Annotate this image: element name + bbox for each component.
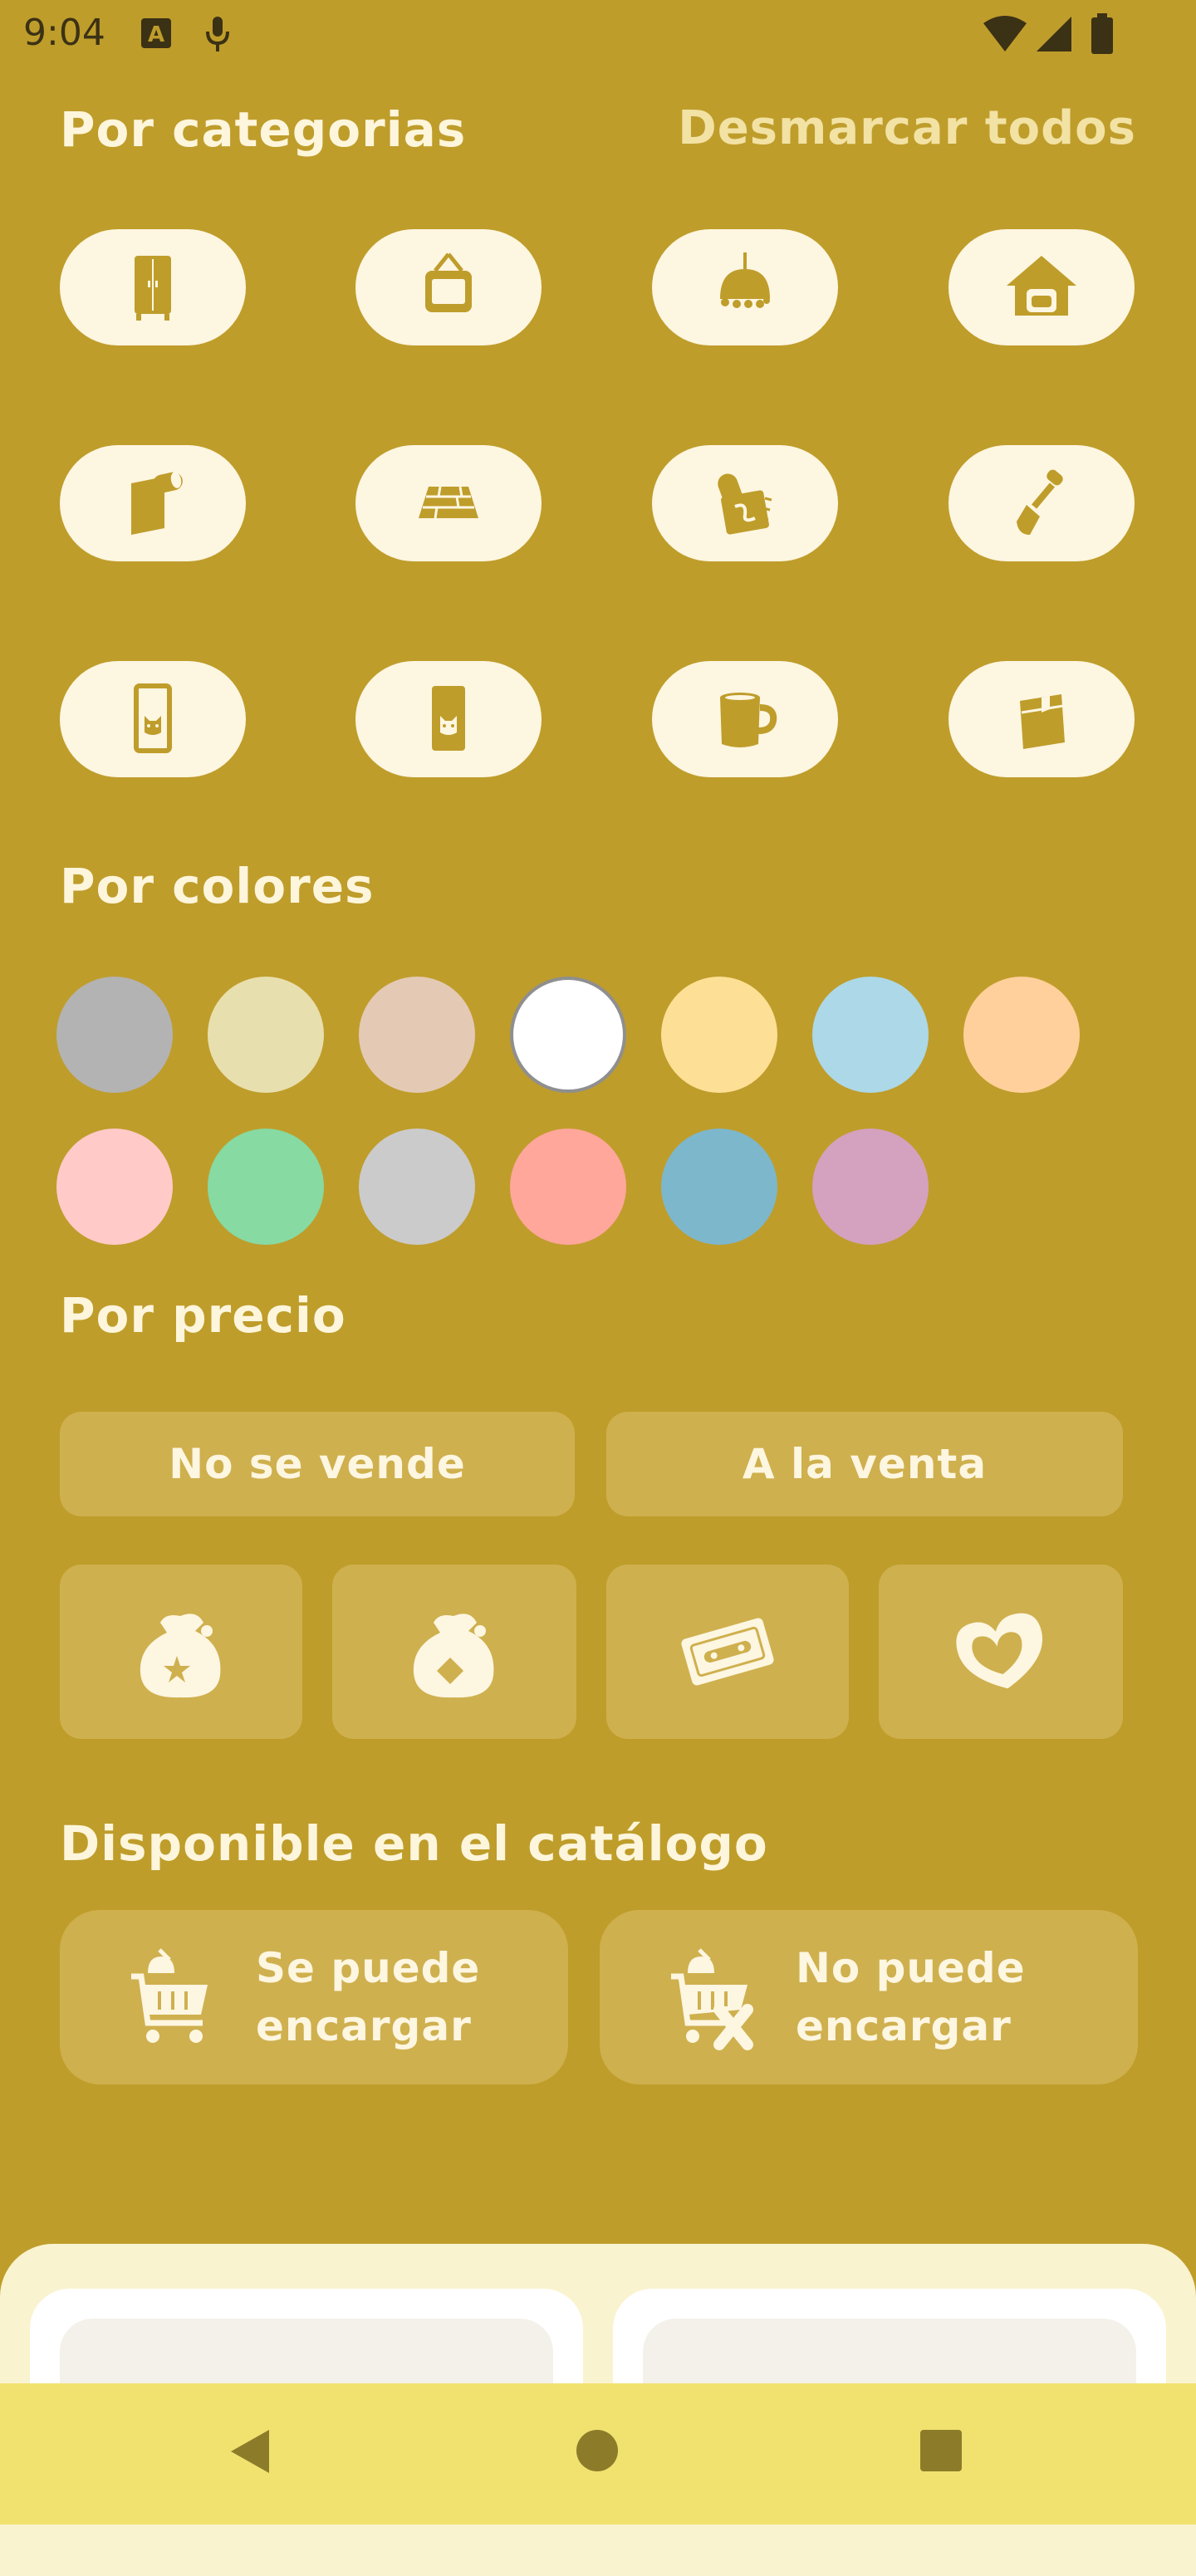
color-swatch[interactable]	[661, 977, 777, 1093]
signal-icon	[1035, 15, 1073, 53]
category-posters-button[interactable]	[355, 661, 542, 777]
cannot-order-button[interactable]: No puede encargar	[600, 1910, 1138, 2084]
color-swatch[interactable]	[812, 1129, 929, 1245]
category-wallpaper-button[interactable]	[60, 445, 246, 561]
color-swatch[interactable]	[812, 977, 929, 1093]
category-interior-button[interactable]	[948, 229, 1135, 345]
category-kitchenware-button[interactable]	[652, 661, 838, 777]
bells-bag-star-icon	[140, 1614, 221, 1698]
color-swatch[interactable]	[208, 1129, 324, 1245]
cannot-order-line2: encargar	[796, 2002, 1012, 2050]
nook-miles-filter-button[interactable]	[606, 1565, 849, 1739]
flooring-icon	[419, 486, 478, 519]
color-swatch[interactable]	[56, 1129, 173, 1245]
color-swatch[interactable]	[208, 977, 324, 1093]
card-outline-icon	[134, 683, 172, 753]
wardrobe-icon	[135, 256, 171, 321]
ceiling-lamp-icon	[720, 252, 770, 308]
status-time: 9:04	[23, 12, 105, 54]
category-misc-button[interactable]	[948, 661, 1135, 777]
category-wall-mounted-button[interactable]	[355, 229, 542, 345]
bells-filter-button[interactable]	[332, 1565, 576, 1739]
not-sold-button[interactable]: No se vende	[60, 1412, 575, 1516]
category-ceiling-button[interactable]	[652, 229, 838, 345]
wallpaper-roll-icon	[131, 472, 183, 535]
bells-star-filter-button[interactable]	[60, 1565, 302, 1739]
battery-icon	[1090, 13, 1115, 55]
svg-text:A: A	[148, 22, 164, 47]
card-filled-icon	[432, 686, 465, 751]
color-swatch[interactable]	[510, 1129, 626, 1245]
cart-cross-icon	[671, 1948, 753, 2050]
catalog-heading: Disponible en el catálogo	[60, 1815, 768, 1872]
can-order-button[interactable]: Se puede encargar	[60, 1910, 568, 2084]
navigation-bar	[0, 2383, 1196, 2525]
wall-frame-icon	[425, 252, 472, 312]
back-icon[interactable]	[226, 2427, 272, 2476]
can-order-line1: Se puede	[256, 1944, 481, 1992]
home-icon[interactable]	[575, 2428, 620, 2473]
mug-icon	[720, 693, 777, 747]
heart-points-filter-button[interactable]	[879, 1565, 1123, 1739]
colors-heading: Por colores	[60, 858, 375, 914]
can-order-line2: encargar	[256, 2002, 472, 2050]
category-furniture-button[interactable]	[60, 229, 246, 345]
color-swatch[interactable]	[359, 1129, 475, 1245]
bag-icon	[1020, 694, 1065, 749]
category-flooring-button[interactable]	[355, 445, 542, 561]
shopping-cart-icon	[131, 1948, 208, 2043]
keyboard-a-icon: A	[140, 17, 173, 50]
category-photos-button[interactable]	[60, 661, 246, 777]
categories-heading: Por categorias	[60, 101, 467, 158]
for-sale-button[interactable]: A la venta	[606, 1412, 1123, 1516]
category-rugs-button[interactable]	[652, 445, 838, 561]
wifi-icon	[982, 15, 1028, 53]
shovel-icon	[1017, 469, 1063, 535]
color-swatch[interactable]	[963, 977, 1080, 1093]
color-swatch[interactable]	[661, 1129, 777, 1245]
house-interior-icon	[1007, 256, 1076, 316]
clear-all-button[interactable]: Desmarcar todos	[678, 101, 1136, 155]
color-swatch[interactable]	[56, 977, 173, 1093]
color-swatch[interactable]	[510, 977, 626, 1093]
category-tools-button[interactable]	[948, 445, 1135, 561]
rug-icon	[718, 473, 772, 535]
color-swatch[interactable]	[359, 977, 475, 1093]
cannot-order-line1: No puede	[796, 1944, 1026, 1992]
price-heading: Por precio	[60, 1287, 346, 1344]
bells-bag-icon	[413, 1614, 494, 1698]
recents-icon[interactable]	[919, 2428, 963, 2473]
nook-miles-ticket-icon	[681, 1618, 774, 1686]
microphone-icon	[204, 15, 231, 53]
heart-point-icon	[956, 1613, 1043, 1689]
